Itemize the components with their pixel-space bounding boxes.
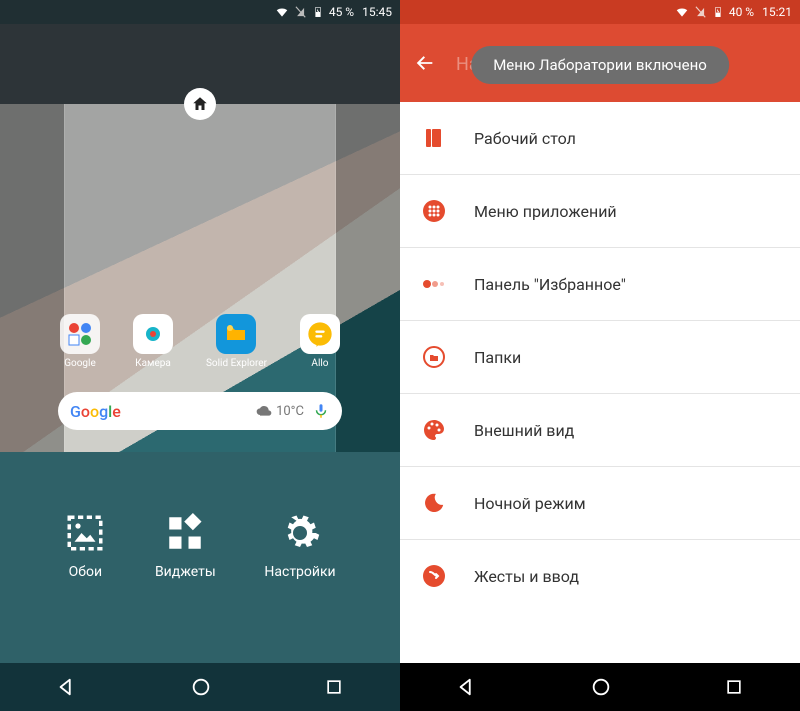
- folder-icon: [60, 314, 100, 354]
- no-sim-icon: [693, 5, 707, 19]
- folder-app-icon: [216, 314, 256, 354]
- settings-item-night-mode[interactable]: Ночной режим: [400, 467, 800, 540]
- app-allo[interactable]: Allo: [300, 314, 340, 369]
- recents-button[interactable]: [324, 677, 344, 697]
- settings-list: Рабочий стол Меню приложений Панель "Изб…: [400, 102, 800, 612]
- item-label: Панель "Избранное": [474, 275, 626, 294]
- nav-bar: [0, 663, 400, 711]
- recents-button[interactable]: [724, 677, 744, 697]
- item-label: Ночной режим: [474, 494, 586, 513]
- status-bar: 40 % 15:21: [400, 0, 800, 24]
- launcher-actions-panel: Обои Виджеты Настройки: [0, 452, 400, 663]
- settings-label: Настройки: [264, 564, 335, 580]
- settings-item-desktop[interactable]: Рабочий стол: [400, 102, 800, 175]
- weather-chip[interactable]: 10°C: [256, 403, 304, 419]
- wallpapers-label: Обои: [69, 564, 102, 580]
- no-sim-icon: [293, 5, 307, 19]
- settings-item-appearance[interactable]: Внешний вид: [400, 394, 800, 467]
- wallpaper-icon: [64, 512, 106, 554]
- settings-item-dock[interactable]: Панель "Избранное": [400, 248, 800, 321]
- toast-message: Меню Лаборатории включено: [471, 46, 729, 84]
- gestures-icon: [422, 564, 446, 588]
- wallpapers-button[interactable]: Обои: [64, 512, 106, 580]
- phone-nova-settings: 40 % 15:21 Настройки Nova Меню Лаборатор…: [400, 0, 800, 711]
- wifi-icon: [275, 5, 289, 19]
- clock: 15:21: [762, 5, 792, 19]
- mic-icon[interactable]: [312, 402, 330, 420]
- toast-text: Меню Лаборатории включено: [493, 56, 707, 74]
- item-label: Внешний вид: [474, 421, 574, 440]
- app-solid-explorer[interactable]: Solid Explorer: [206, 314, 267, 369]
- desktop-preview[interactable]: Google Камера Solid Explorer Allo: [0, 104, 400, 452]
- app-label: Google: [64, 358, 96, 369]
- google-search-widget[interactable]: Google 10°C: [58, 392, 342, 430]
- desktop-icon: [422, 126, 446, 150]
- wifi-icon: [675, 5, 689, 19]
- camera-icon: [133, 314, 173, 354]
- item-label: Рабочий стол: [474, 129, 576, 148]
- app-label: Solid Explorer: [206, 358, 267, 369]
- item-label: Меню приложений: [474, 202, 617, 221]
- cloud-icon: [256, 403, 272, 419]
- item-label: Жесты и ввод: [474, 567, 579, 586]
- battery-charging-icon: [711, 5, 725, 19]
- settings-header: Настройки Nova Меню Лаборатории включено: [400, 24, 800, 102]
- google-logo: Google: [70, 402, 121, 421]
- phone-home-edit: 45 % 15:45 Google: [0, 0, 400, 711]
- settings-item-folders[interactable]: Папки: [400, 321, 800, 394]
- settings-item-app-drawer[interactable]: Меню приложений: [400, 175, 800, 248]
- back-button[interactable]: [456, 676, 478, 698]
- palette-icon: [422, 418, 446, 442]
- gear-icon: [279, 512, 321, 554]
- widgets-icon: [164, 512, 206, 554]
- item-label: Папки: [474, 348, 521, 367]
- home-page-indicator[interactable]: [184, 88, 216, 120]
- nav-bar: [400, 663, 800, 711]
- settings-button[interactable]: Настройки: [264, 512, 335, 580]
- folders-icon: [422, 345, 446, 369]
- battery-percent: 40 %: [729, 5, 754, 19]
- battery-charging-icon: [311, 5, 325, 19]
- widgets-label: Виджеты: [155, 564, 216, 580]
- settings-item-gestures[interactable]: Жесты и ввод: [400, 540, 800, 612]
- app-label: Allo: [311, 358, 328, 369]
- allo-icon: [300, 314, 340, 354]
- status-bar: 45 % 15:45: [0, 0, 400, 24]
- apps-row: Google Камера Solid Explorer Allo: [60, 314, 340, 369]
- widgets-button[interactable]: Виджеты: [155, 512, 216, 580]
- back-arrow-icon[interactable]: [414, 52, 436, 74]
- app-label: Камера: [135, 358, 171, 369]
- dock-icon: [422, 272, 446, 296]
- top-panel: [0, 24, 400, 104]
- back-button[interactable]: [56, 676, 78, 698]
- battery-percent: 45 %: [329, 5, 354, 19]
- clock: 15:45: [362, 5, 392, 19]
- app-camera[interactable]: Камера: [133, 314, 173, 369]
- weather-temp: 10°C: [276, 404, 304, 419]
- app-drawer-icon: [422, 199, 446, 223]
- home-icon: [191, 95, 209, 113]
- home-button[interactable]: [590, 676, 612, 698]
- app-google-folder[interactable]: Google: [60, 314, 100, 369]
- moon-icon: [422, 491, 446, 515]
- home-button[interactable]: [190, 676, 212, 698]
